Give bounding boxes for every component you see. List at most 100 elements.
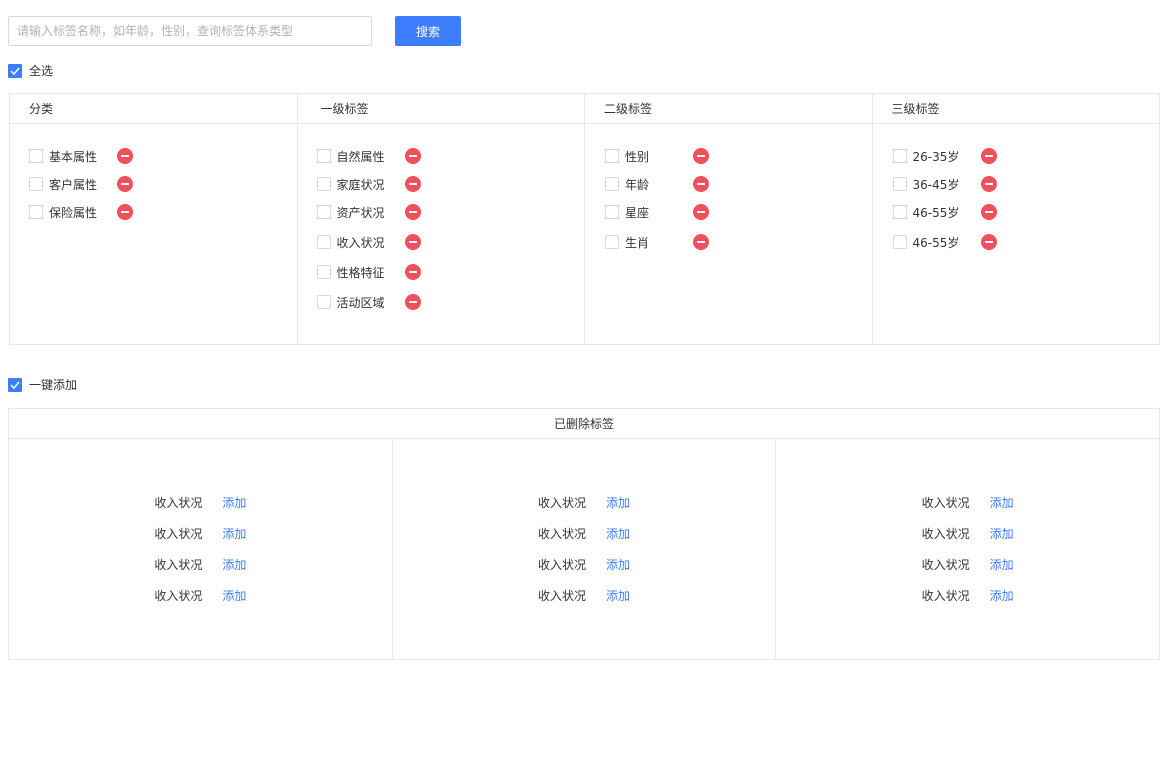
add-tag-link[interactable]: 添加 xyxy=(990,587,1014,604)
minus-circle-icon[interactable] xyxy=(404,148,421,164)
tag-item: 资产状况 xyxy=(316,197,585,227)
tag-checkbox[interactable] xyxy=(892,177,907,191)
minus-circle-icon[interactable] xyxy=(117,204,133,220)
minus-circle-icon[interactable] xyxy=(404,264,421,280)
tag-label: 保险属性 xyxy=(49,205,98,220)
column-header: 二级标签 xyxy=(585,94,872,124)
tag-checkbox[interactable] xyxy=(316,265,331,279)
minus-circle-icon[interactable] xyxy=(980,148,997,164)
tag-item: 36-45岁 xyxy=(892,171,1160,197)
minus-circle-icon[interactable] xyxy=(980,204,997,220)
deleted-tags-columns: 收入状况 添加 收入状况 添加 收入状况 添加 收入状况 添加 收入状况 添加 收入状况 添加 收入状况… xyxy=(9,439,1159,659)
tag-checkbox[interactable] xyxy=(29,205,43,219)
column-header: 三级标签 xyxy=(872,94,1159,124)
minus-circle-icon[interactable] xyxy=(693,204,709,220)
minus-circle-icon[interactable] xyxy=(404,204,421,220)
column-body: 26-35岁 36-45岁 46-55岁 46-55岁 xyxy=(873,124,1160,257)
add-tag-link[interactable]: 添加 xyxy=(222,494,246,511)
minus-circle-icon[interactable] xyxy=(404,294,421,310)
tag-item: 性别 xyxy=(605,141,872,171)
minus-circle-icon[interactable] xyxy=(404,234,421,250)
one-click-add-label: 一键添加 xyxy=(29,378,78,392)
tag-label: 客户属性 xyxy=(49,177,98,192)
deleted-tag-row: 收入状况 添加 xyxy=(538,549,630,580)
deleted-tag-row: 收入状况 添加 xyxy=(154,580,246,611)
deleted-tag-row: 收入状况 添加 xyxy=(922,487,1014,518)
tag-checkbox[interactable] xyxy=(316,295,331,309)
tag-label: 资产状况 xyxy=(336,205,385,220)
tag-checkbox[interactable] xyxy=(892,149,907,163)
tag-checkbox[interactable] xyxy=(892,235,907,249)
deleted-tag-row: 收入状况 添加 xyxy=(154,518,246,549)
tag-label: 46-55岁 xyxy=(912,205,960,220)
deleted-tag-name: 收入状况 xyxy=(538,496,587,510)
add-tag-link[interactable]: 添加 xyxy=(606,494,630,511)
tag-item: 生肖 xyxy=(605,227,872,257)
column-body: 自然属性 家庭状况 资产状况 收入状况 性格特征 活动区域 xyxy=(298,124,585,317)
tag-label: 性格特征 xyxy=(336,265,385,280)
tag-label: 年龄 xyxy=(625,177,650,192)
tag-checkbox[interactable] xyxy=(316,177,331,191)
tag-item: 星座 xyxy=(605,197,872,227)
deleted-tag-name: 收入状况 xyxy=(154,589,203,603)
minus-circle-icon[interactable] xyxy=(693,234,709,250)
tag-column: 一级标签 自然属性 家庭状况 资产状况 收入状况 性格特征 活动区域 xyxy=(297,94,585,344)
tag-column: 二级标签性别年龄星座生肖 xyxy=(585,94,873,344)
checkmark-icon[interactable] xyxy=(8,377,22,392)
add-tag-link[interactable]: 添加 xyxy=(606,587,630,604)
minus-circle-icon[interactable] xyxy=(404,176,421,192)
deleted-tag-name: 收入状况 xyxy=(538,589,587,603)
tag-checkbox[interactable] xyxy=(316,149,331,163)
deleted-tag-row: 收入状况 添加 xyxy=(922,580,1014,611)
minus-circle-icon[interactable] xyxy=(117,176,133,192)
tag-checkbox[interactable] xyxy=(29,149,43,163)
tag-column: 三级标签 26-35岁 36-45岁 46-55岁 46-55岁 xyxy=(872,94,1160,344)
tag-item: 活动区域 xyxy=(316,287,585,317)
deleted-tag-name: 收入状况 xyxy=(154,496,203,510)
minus-circle-icon[interactable] xyxy=(117,148,133,164)
minus-circle-icon[interactable] xyxy=(980,234,997,250)
search-input[interactable] xyxy=(8,16,372,46)
deleted-tag-row: 收入状况 添加 xyxy=(538,580,630,611)
column-header: 分类 xyxy=(10,94,297,124)
tag-item: 基本属性 xyxy=(29,141,297,171)
minus-circle-icon[interactable] xyxy=(693,176,709,192)
deleted-tag-name: 收入状况 xyxy=(154,527,203,541)
tag-checkbox[interactable] xyxy=(605,205,619,219)
add-tag-link[interactable]: 添加 xyxy=(222,525,246,542)
column-body: 性别年龄星座生肖 xyxy=(585,124,872,257)
tag-item: 客户属性 xyxy=(29,171,297,197)
tag-checkbox[interactable] xyxy=(316,235,331,249)
tag-label: 星座 xyxy=(625,205,650,220)
deleted-tag-row: 收入状况 添加 xyxy=(922,518,1014,549)
tag-checkbox[interactable] xyxy=(316,205,331,219)
select-all-checkbox[interactable]: 全选 xyxy=(8,62,53,79)
add-tag-link[interactable]: 添加 xyxy=(990,556,1014,573)
tag-checkbox[interactable] xyxy=(605,149,619,163)
deleted-tag-name: 收入状况 xyxy=(921,527,970,541)
tag-item: 年龄 xyxy=(605,171,872,197)
add-tag-link[interactable]: 添加 xyxy=(222,556,246,573)
deleted-tag-row: 收入状况 添加 xyxy=(154,549,246,580)
deleted-tag-row: 收入状况 添加 xyxy=(922,549,1014,580)
deleted-tag-row: 收入状况 添加 xyxy=(538,487,630,518)
one-click-add-checkbox[interactable]: 一键添加 xyxy=(8,376,77,393)
deleted-tag-name: 收入状况 xyxy=(921,496,970,510)
minus-circle-icon[interactable] xyxy=(693,148,709,164)
minus-circle-icon[interactable] xyxy=(980,176,997,192)
add-tag-link[interactable]: 添加 xyxy=(222,587,246,604)
tag-checkbox[interactable] xyxy=(892,205,907,219)
search-button[interactable]: 搜索 xyxy=(395,16,461,46)
add-tag-link[interactable]: 添加 xyxy=(606,556,630,573)
checkmark-icon[interactable] xyxy=(8,63,22,78)
tag-checkbox[interactable] xyxy=(605,235,619,249)
add-tag-link[interactable]: 添加 xyxy=(990,494,1014,511)
tag-checkbox[interactable] xyxy=(605,177,619,191)
tag-table: 分类 基本属性 客户属性 保险属性 一级标签 自然属性 家庭状况 资产状况 收入状况 性格特征 活动… xyxy=(9,93,1160,345)
tag-item: 自然属性 xyxy=(316,141,585,171)
add-tag-link[interactable]: 添加 xyxy=(990,525,1014,542)
tag-checkbox[interactable] xyxy=(29,177,43,191)
tag-label: 生肖 xyxy=(625,235,650,250)
tag-label: 26-35岁 xyxy=(912,149,960,164)
add-tag-link[interactable]: 添加 xyxy=(606,525,630,542)
